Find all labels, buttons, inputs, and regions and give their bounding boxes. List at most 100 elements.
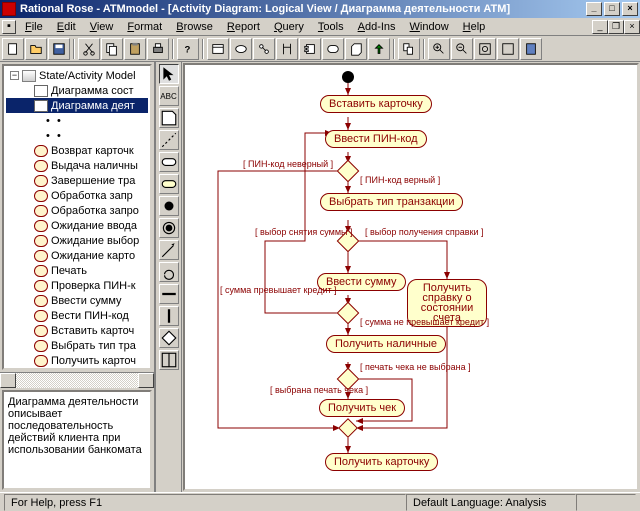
activity-get-receipt[interactable]: Получить чек — [319, 399, 405, 417]
tree-node[interactable]: Обработка запр — [6, 188, 148, 203]
menu-format[interactable]: Format — [120, 19, 169, 35]
tree-node[interactable]: Печать — [6, 263, 148, 278]
zoom-in-button[interactable] — [428, 38, 450, 60]
activity-select-type[interactable]: Выбрать тип транзакции — [320, 193, 463, 211]
menu-tools[interactable]: Tools — [311, 19, 351, 35]
save-button[interactable] — [48, 38, 70, 60]
activity-get-card[interactable]: Получить карточку — [325, 453, 438, 471]
new-button[interactable] — [2, 38, 24, 60]
browse-parent-button[interactable] — [368, 38, 390, 60]
browse-class-button[interactable] — [207, 38, 229, 60]
mdi-icon[interactable]: ▪ — [2, 20, 16, 34]
activity-tool[interactable] — [159, 174, 179, 194]
state-tool[interactable] — [159, 152, 179, 172]
select-tool[interactable] — [159, 64, 179, 84]
tree-node[interactable]: Получить карточ — [6, 353, 148, 368]
act-icon — [34, 250, 48, 262]
activity-get-cash[interactable]: Получить наличные — [326, 335, 446, 353]
documentation-pane[interactable]: Диаграмма деятельности описывает последо… — [2, 390, 152, 490]
close-button[interactable]: × — [622, 2, 638, 16]
scroll-track[interactable] — [16, 373, 138, 388]
scroll-right-button[interactable] — [138, 373, 154, 388]
menu-file[interactable]: File — [18, 19, 50, 35]
menu-report[interactable]: Report — [220, 19, 267, 35]
tree-node[interactable]: Выдача наличны — [6, 158, 148, 173]
status-extra — [576, 494, 636, 511]
tree-node-root[interactable]: − State/Activity Model — [6, 68, 148, 83]
tree-label: Обработка запр — [51, 190, 133, 202]
view-docs-button[interactable] — [520, 38, 542, 60]
tree-node[interactable]: •• — [6, 113, 148, 128]
menu-add-ins[interactable]: Add-Ins — [351, 19, 403, 35]
tree-node[interactable]: Ожидание выбор — [6, 233, 148, 248]
menu-window[interactable]: Window — [403, 19, 456, 35]
menu-query[interactable]: Query — [267, 19, 311, 35]
mdi-close-button[interactable]: × — [624, 20, 640, 34]
copy-button[interactable] — [101, 38, 123, 60]
start-node[interactable] — [342, 71, 354, 83]
browse-comp-button[interactable] — [299, 38, 321, 60]
tree-node[interactable]: Ожидание карто — [6, 248, 148, 263]
browse-collab-button[interactable] — [253, 38, 275, 60]
menu-view[interactable]: View — [83, 19, 121, 35]
note-tool[interactable] — [159, 108, 179, 128]
cut-button[interactable] — [78, 38, 100, 60]
text-tool[interactable]: ABC — [159, 86, 179, 106]
zoom-out-button[interactable] — [451, 38, 473, 60]
diagram-canvas[interactable]: Вставить карточку Ввести ПИН-код [ ПИН-к… — [183, 63, 639, 491]
transition-tool[interactable] — [159, 240, 179, 260]
act-icon — [34, 190, 48, 202]
browse-prev-button[interactable] — [398, 38, 420, 60]
tree-node[interactable]: Ожидание ввода — [6, 218, 148, 233]
tree-node[interactable]: Получить наличн — [6, 368, 148, 370]
mdi-restore-button[interactable]: ❐ — [608, 20, 624, 34]
print-button[interactable] — [147, 38, 169, 60]
tree-node[interactable]: •• — [6, 128, 148, 143]
act-icon — [34, 145, 48, 157]
maximize-button[interactable]: □ — [604, 2, 620, 16]
tree-node[interactable]: Ввести сумму — [6, 293, 148, 308]
tree-node[interactable]: Возврат карточк — [6, 143, 148, 158]
tree-node[interactable]: Вставить карточ — [6, 323, 148, 338]
browse-state-button[interactable] — [322, 38, 344, 60]
vsync-tool[interactable] — [159, 306, 179, 326]
tree-node[interactable]: Завершение тра — [6, 173, 148, 188]
menu-help[interactable]: Help — [456, 19, 493, 35]
tree-node[interactable]: Выбрать тип тра — [6, 338, 148, 353]
mdi-minimize-button[interactable]: _ — [592, 20, 608, 34]
collapse-icon[interactable]: − — [10, 71, 19, 80]
minimize-button[interactable]: _ — [586, 2, 602, 16]
paste-button[interactable] — [124, 38, 146, 60]
tree-node[interactable]: Обработка запро — [6, 203, 148, 218]
model-tree[interactable]: − State/Activity Model Диаграмма состДиа… — [2, 64, 152, 370]
hsync-tool[interactable] — [159, 284, 179, 304]
undo-fit-button[interactable] — [497, 38, 519, 60]
menu-browse[interactable]: Browse — [169, 19, 220, 35]
decision-tool[interactable] — [159, 328, 179, 348]
tree-node[interactable]: Диаграмма деят — [6, 98, 148, 113]
menu-edit[interactable]: Edit — [50, 19, 83, 35]
browse-usecase-button[interactable] — [230, 38, 252, 60]
anchor-tool[interactable] — [159, 130, 179, 150]
diag-icon — [34, 100, 48, 112]
browse-deploy-button[interactable] — [345, 38, 367, 60]
end-tool[interactable] — [159, 218, 179, 238]
self-transition-tool[interactable] — [159, 262, 179, 282]
help-button[interactable]: ? — [177, 38, 199, 60]
scroll-left-button[interactable] — [0, 373, 16, 388]
activity-enter-pin[interactable]: Ввести ПИН-код — [325, 130, 427, 148]
start-tool[interactable] — [159, 196, 179, 216]
open-button[interactable] — [25, 38, 47, 60]
fit-button[interactable] — [474, 38, 496, 60]
tree-label: • — [57, 130, 61, 142]
act-icon — [34, 325, 48, 337]
decision-pin[interactable] — [337, 160, 360, 183]
tree-node[interactable]: Вести ПИН-код — [6, 308, 148, 323]
browse-seq-button[interactable] — [276, 38, 298, 60]
merge-node[interactable] — [338, 418, 358, 438]
swimlane-tool[interactable] — [159, 350, 179, 370]
tree-node[interactable]: Диаграмма сост — [6, 83, 148, 98]
tree-node[interactable]: Проверка ПИН-к — [6, 278, 148, 293]
activity-insert-card[interactable]: Вставить карточку — [320, 95, 432, 113]
decision-amount[interactable] — [337, 302, 360, 325]
